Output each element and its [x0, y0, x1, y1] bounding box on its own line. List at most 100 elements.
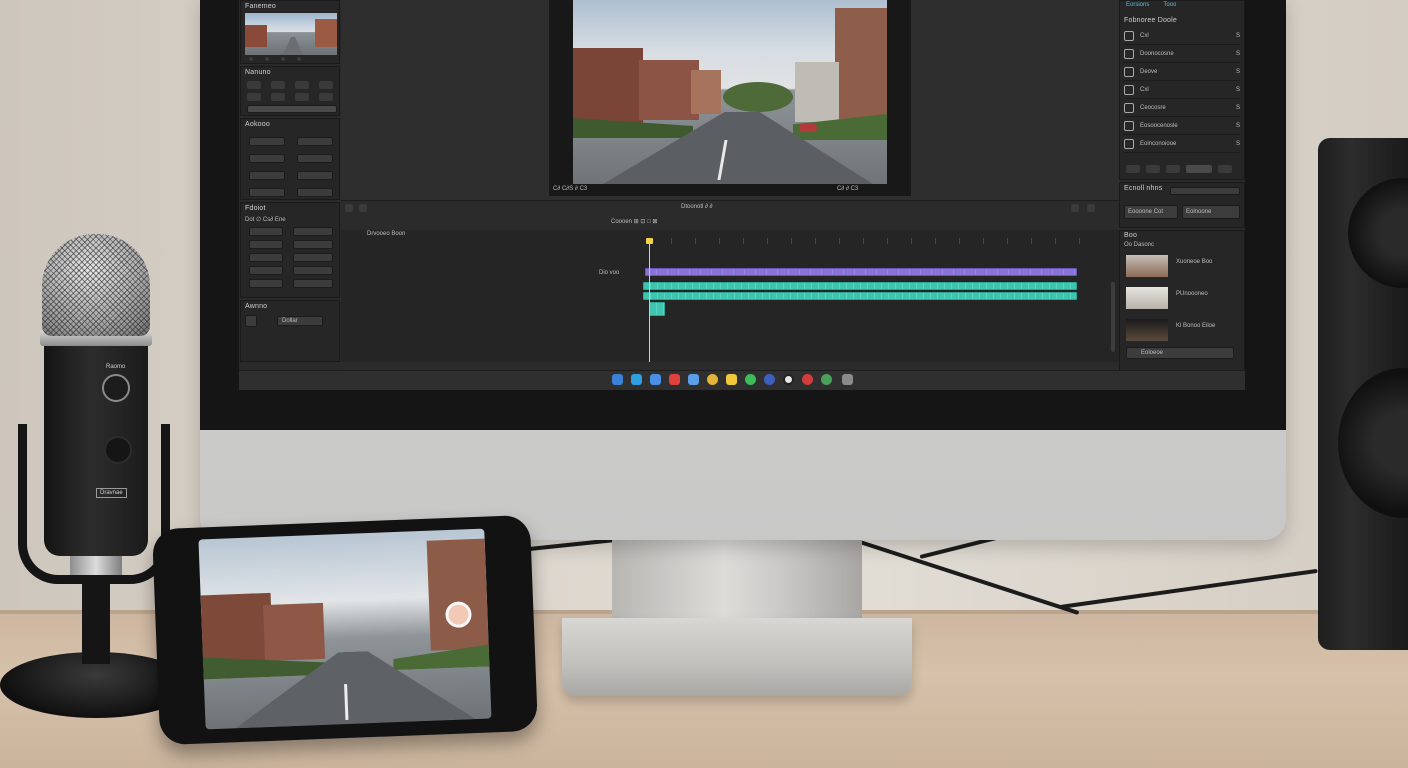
export-button-2[interactable]: Eolnoone	[1182, 205, 1240, 219]
transform-slider[interactable]	[247, 105, 337, 113]
timeline-toolbar-center: Coooen ⊞ ⊡ □ ⊠	[611, 219, 658, 225]
transform-control[interactable]	[247, 93, 261, 101]
effect-slider[interactable]	[292, 253, 333, 262]
audio-clip[interactable]	[643, 282, 1077, 290]
effect-field[interactable]	[249, 279, 283, 288]
media-item[interactable]: Xuoneoe Boo	[1124, 253, 1240, 279]
effect-row[interactable]: Eoinconoiooe S	[1124, 135, 1240, 153]
timeline-area: Drvooeo Boon Dio voo	[341, 230, 1119, 362]
effect-value: S	[1235, 104, 1240, 111]
effect-row[interactable]: Deove S	[1124, 63, 1240, 81]
effect-slider[interactable]	[292, 279, 333, 288]
effect-field[interactable]	[249, 227, 283, 236]
adjust-field[interactable]	[297, 188, 333, 197]
effect-field[interactable]	[249, 253, 283, 262]
effect-slider[interactable]	[292, 227, 333, 236]
video-clip[interactable]	[645, 268, 1077, 276]
effect-slider[interactable]	[292, 266, 333, 275]
adjust-field[interactable]	[297, 154, 333, 163]
app-icon[interactable]	[631, 374, 642, 385]
app-icon[interactable]	[764, 374, 775, 385]
transform-control[interactable]	[295, 93, 309, 101]
phone-screen[interactable]	[198, 528, 492, 730]
app-store-icon[interactable]	[650, 374, 661, 385]
effects-panel: Fdoiot Dot ∅ Cs∂ Ene	[240, 202, 340, 298]
transform-control[interactable]	[319, 93, 333, 101]
timeline-button[interactable]	[345, 204, 353, 212]
woofer	[1338, 368, 1408, 518]
chrome-icon[interactable]	[707, 374, 718, 385]
effect-value: S	[1235, 68, 1240, 75]
calendar-icon[interactable]	[669, 374, 680, 385]
panel-subtitle: Oo Dasonc	[1124, 242, 1155, 248]
transform-control[interactable]	[295, 81, 309, 89]
monitor-stand-base	[562, 618, 912, 696]
adjust-field[interactable]	[297, 171, 333, 180]
transform-control[interactable]	[271, 81, 285, 89]
woofer	[1348, 178, 1408, 288]
effect-row[interactable]: Cxl S	[1124, 27, 1240, 45]
playhead[interactable]	[649, 238, 650, 362]
mic-gain-knob[interactable]	[102, 374, 130, 402]
effect-tool[interactable]	[1126, 165, 1140, 173]
effect-tool[interactable]	[1146, 165, 1160, 173]
monitor-stand	[612, 530, 862, 630]
playhead-marker[interactable]	[646, 238, 653, 244]
preview-image[interactable]	[573, 0, 887, 184]
mail-icon[interactable]	[688, 374, 699, 385]
media-thumb	[1126, 287, 1168, 309]
transform-panel: Nanuno	[240, 66, 340, 116]
effect-tool[interactable]	[1166, 165, 1180, 173]
timeline-button[interactable]	[1087, 204, 1095, 212]
obs-icon[interactable]	[783, 374, 794, 385]
adjust-field[interactable]	[297, 137, 333, 146]
effect-tool[interactable]	[1218, 165, 1232, 173]
timeline-scrollbar[interactable]	[1111, 282, 1115, 352]
effect-value: S	[1235, 122, 1240, 129]
effect-label: Eosoocenosle	[1140, 122, 1178, 129]
tab-eorsions[interactable]: Eorsions	[1126, 2, 1149, 8]
transform-control[interactable]	[271, 93, 285, 101]
transform-control[interactable]	[247, 81, 261, 89]
timeline-button[interactable]	[1071, 204, 1079, 212]
panel-title: Ecnoll nhns	[1124, 185, 1163, 192]
messages-icon[interactable]	[745, 374, 756, 385]
effect-field[interactable]	[249, 240, 283, 249]
effect-tool[interactable]	[1186, 165, 1212, 173]
export-field[interactable]	[1170, 187, 1240, 195]
effect-label: Eoinconoiooe	[1140, 140, 1177, 147]
media-item[interactable]: PUnoooneo	[1124, 285, 1240, 311]
media-footer-button[interactable]: Eoloeoe	[1126, 347, 1234, 359]
timeline-button[interactable]	[359, 204, 367, 212]
mic-volume-knob[interactable]	[104, 436, 132, 464]
effect-field[interactable]	[249, 266, 283, 275]
effect-slider[interactable]	[292, 240, 333, 249]
transform-control[interactable]	[319, 81, 333, 89]
notes-icon[interactable]	[726, 374, 737, 385]
adjust-field[interactable]	[249, 188, 285, 197]
media-item[interactable]: Kl Bonoo Eiloe	[1124, 317, 1240, 343]
thumbnail-image[interactable]	[245, 13, 337, 55]
adjust-field[interactable]	[249, 154, 285, 163]
effect-row[interactable]: Cxl S	[1124, 81, 1240, 99]
effect-value: S	[1235, 50, 1240, 57]
effect-row[interactable]: Eosoocenosle S	[1124, 117, 1240, 135]
audio-select[interactable]: Dollar	[277, 316, 323, 326]
audio-clip[interactable]	[643, 292, 1077, 300]
trash-icon[interactable]	[842, 374, 853, 385]
adjust-field[interactable]	[249, 137, 285, 146]
tab-tooo[interactable]: Tooo	[1163, 2, 1176, 8]
effect-row[interactable]: Ceocosre S	[1124, 99, 1240, 117]
effect-value: S	[1235, 140, 1240, 147]
audio-clip-short[interactable]	[649, 302, 665, 316]
finder-icon[interactable]	[612, 374, 623, 385]
record-icon[interactable]	[802, 374, 813, 385]
chrome-icon[interactable]	[821, 374, 832, 385]
track-label: Dio voo	[599, 270, 620, 276]
audio-thumb[interactable]	[245, 315, 257, 327]
effect-row[interactable]: Doonocosne S	[1124, 45, 1240, 63]
panel-title: Boo	[1124, 232, 1138, 239]
dock	[239, 370, 1245, 390]
adjust-field[interactable]	[249, 171, 285, 180]
export-button-1[interactable]: Eoooone Cot	[1124, 205, 1178, 219]
